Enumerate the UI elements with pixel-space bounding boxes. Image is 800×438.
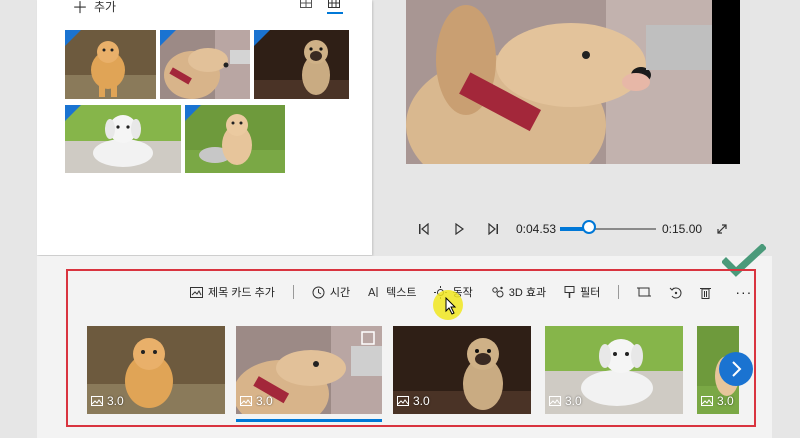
svg-text:A: A bbox=[368, 286, 376, 298]
more-icon: ··· bbox=[735, 284, 753, 300]
delete-button[interactable] bbox=[700, 286, 712, 299]
clip-duration: 3.0 bbox=[240, 394, 273, 408]
selection-corner-icon bbox=[185, 105, 201, 121]
image-icon bbox=[240, 396, 252, 406]
image-icon bbox=[701, 396, 713, 406]
trash-icon bbox=[700, 287, 712, 299]
current-time: 0:04.53 bbox=[516, 222, 557, 236]
selection-corner-icon bbox=[160, 30, 176, 46]
selected-clip-indicator bbox=[236, 419, 382, 422]
selection-corner-icon bbox=[254, 30, 270, 46]
storyboard-clip[interactable]: 3.0 bbox=[545, 326, 683, 414]
chevron-right-icon bbox=[732, 361, 742, 377]
view-selected-indicator bbox=[327, 12, 343, 14]
fullscreen-icon[interactable] bbox=[716, 223, 728, 235]
library-thumb-pug[interactable] bbox=[254, 30, 349, 99]
storyboard-next-button[interactable] bbox=[719, 352, 753, 386]
clip-duration-value: 3.0 bbox=[413, 394, 430, 408]
clip-duration: 3.0 bbox=[91, 394, 124, 408]
image-icon bbox=[91, 396, 103, 406]
storyboard-clip[interactable]: 3.0 bbox=[393, 326, 531, 414]
3d-effects-label: 3D 효과 bbox=[508, 287, 547, 299]
rotate-icon bbox=[669, 287, 682, 298]
clip-duration-value: 3.0 bbox=[717, 394, 734, 408]
library-thumb-pomeranian[interactable] bbox=[65, 30, 156, 99]
mouse-pointer-icon bbox=[445, 297, 457, 315]
filters-button[interactable]: 필터 bbox=[564, 284, 600, 300]
storyboard-toolbar: 제목 카드 추가 시간 A 텍스트 동작 3D 효과 필터 ··· bbox=[190, 284, 770, 300]
playback-controls: 0:04.53 0:15.00 bbox=[406, 220, 736, 238]
library-thumb-golden-retriever[interactable] bbox=[160, 30, 250, 99]
video-preview bbox=[406, 0, 740, 164]
duration-button[interactable]: 시간 bbox=[312, 284, 350, 300]
selection-corner-icon bbox=[65, 30, 81, 46]
add-title-card-button[interactable]: 제목 카드 추가 bbox=[190, 284, 275, 300]
clip-duration: 3.0 bbox=[549, 394, 582, 408]
library-thumb-white-puppy[interactable] bbox=[65, 105, 181, 173]
total-time: 0:15.00 bbox=[662, 222, 703, 236]
filters-label: 필터 bbox=[580, 287, 601, 299]
rotate-button[interactable] bbox=[669, 286, 682, 299]
toolbar-divider bbox=[292, 285, 294, 299]
previous-frame-icon[interactable] bbox=[418, 223, 430, 235]
library-thumb-golden-puppy[interactable] bbox=[185, 105, 285, 173]
add-media-label: 추가 bbox=[94, 0, 117, 14]
selection-corner-icon bbox=[65, 105, 81, 121]
clock-icon bbox=[312, 286, 325, 298]
storyboard-clip-selected[interactable]: 3.0 bbox=[236, 326, 382, 414]
duration-label: 시간 bbox=[329, 287, 351, 299]
text-icon: A bbox=[368, 286, 378, 298]
list-view-icon[interactable] bbox=[300, 0, 314, 8]
storyboard-clip[interactable]: 3.0 bbox=[87, 326, 225, 414]
grid-view-icon[interactable] bbox=[328, 0, 342, 8]
filter-icon bbox=[564, 285, 575, 298]
3d-effects-icon bbox=[492, 286, 504, 297]
clip-duration-value: 3.0 bbox=[565, 394, 582, 408]
3d-effects-button[interactable]: 3D 효과 bbox=[491, 284, 546, 300]
add-title-card-label: 제목 카드 추가 bbox=[208, 287, 275, 299]
clip-duration-value: 3.0 bbox=[107, 394, 124, 408]
next-frame-icon[interactable] bbox=[487, 223, 499, 235]
play-icon[interactable] bbox=[453, 223, 465, 235]
text-button[interactable]: A 텍스트 bbox=[368, 284, 416, 300]
image-icon bbox=[549, 396, 561, 406]
crop-button[interactable] bbox=[637, 286, 652, 298]
clip-duration: 3.0 bbox=[701, 394, 734, 408]
text-label: 텍스트 bbox=[386, 287, 417, 299]
crop-icon bbox=[637, 287, 652, 297]
plus-icon: ＋ bbox=[72, 0, 89, 17]
clip-duration-value: 3.0 bbox=[256, 394, 273, 408]
image-icon bbox=[397, 396, 409, 406]
clip-duration: 3.0 bbox=[397, 394, 430, 408]
toolbar-divider bbox=[618, 285, 620, 299]
seek-thumb[interactable] bbox=[581, 220, 596, 234]
add-media-button[interactable]: ＋ 추가 bbox=[72, 0, 116, 18]
title-card-icon bbox=[190, 286, 203, 298]
more-options-button[interactable]: ··· bbox=[735, 284, 752, 300]
